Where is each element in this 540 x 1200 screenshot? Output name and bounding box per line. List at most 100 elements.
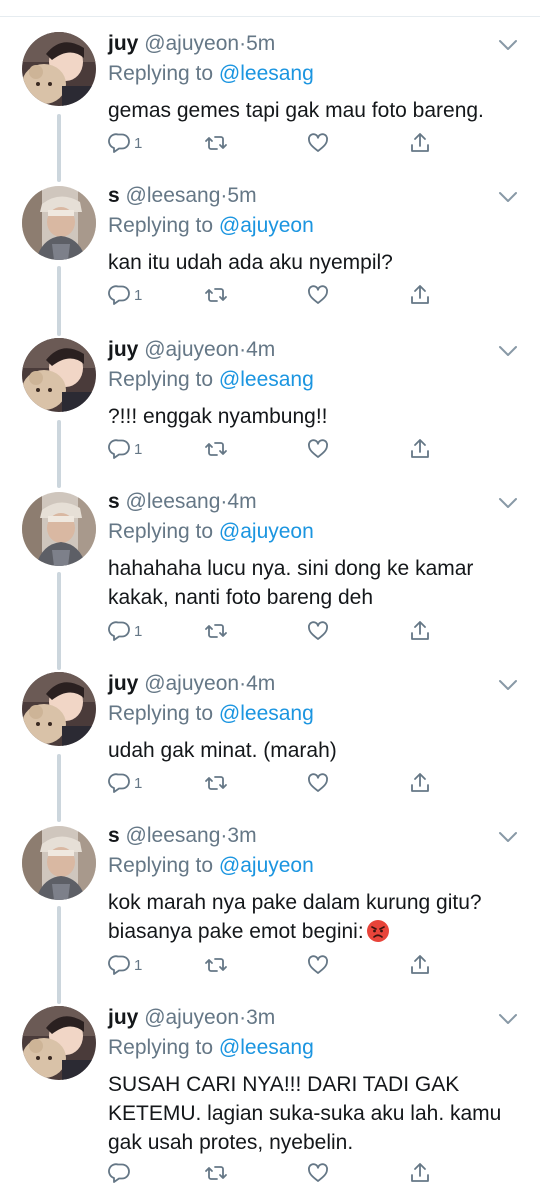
reply-button[interactable]: 1: [108, 434, 142, 464]
replying-to: Replying to @ajuyeon: [108, 852, 520, 880]
like-button[interactable]: [306, 128, 330, 158]
share-button[interactable]: [408, 280, 432, 310]
share-button[interactable]: [408, 950, 432, 980]
user-handle[interactable]: @leesang: [126, 184, 221, 207]
action-bar: 1: [108, 280, 438, 310]
profile-avatar[interactable]: [22, 186, 96, 260]
like-button[interactable]: [306, 768, 330, 798]
mention-link[interactable]: @ajuyeon: [219, 214, 314, 237]
reply-count: 1: [134, 134, 143, 152]
heart-icon: [308, 773, 328, 792]
reply-count: 1: [134, 622, 143, 640]
user-handle[interactable]: @ajuyeon: [144, 1006, 239, 1029]
reply-icon: [108, 773, 130, 793]
user-handle[interactable]: @leesang: [126, 824, 221, 847]
timestamp[interactable]: 4m: [227, 490, 256, 513]
share-button[interactable]: [408, 768, 432, 798]
reply-button[interactable]: [108, 1158, 134, 1188]
timestamp[interactable]: 5m: [227, 184, 256, 207]
display-name[interactable]: juy: [108, 672, 138, 695]
display-name[interactable]: s: [108, 824, 120, 847]
like-button[interactable]: [306, 950, 330, 980]
replying-prefix: Replying to: [108, 368, 214, 391]
display-name[interactable]: juy: [108, 32, 138, 55]
retweet-button[interactable]: [204, 434, 228, 464]
display-name[interactable]: juy: [108, 1006, 138, 1029]
chevron-down-icon[interactable]: [498, 1012, 518, 1026]
display-name[interactable]: juy: [108, 338, 138, 361]
chevron-down-icon[interactable]: [498, 38, 518, 52]
reply-icon: [108, 133, 130, 153]
angry-face-emoji-icon: [366, 920, 389, 942]
share-button[interactable]: [408, 616, 432, 646]
tweet-header: juy @ajuyeon·5m: [108, 30, 520, 58]
timestamp[interactable]: 4m: [246, 338, 275, 361]
share-icon: [411, 1163, 429, 1182]
reply-button[interactable]: 1: [108, 616, 142, 646]
profile-avatar[interactable]: [22, 338, 96, 412]
profile-avatar[interactable]: [22, 826, 96, 900]
share-button[interactable]: [408, 1158, 432, 1188]
mention-link[interactable]: @ajuyeon: [219, 854, 314, 877]
replying-prefix: Replying to: [108, 1036, 214, 1059]
boy-with-teddy-avatar-icon: [22, 1006, 96, 1080]
action-bar: 1: [108, 768, 438, 798]
reply-button[interactable]: 1: [108, 280, 142, 310]
timestamp[interactable]: 4m: [246, 672, 275, 695]
retweet-button[interactable]: [204, 280, 228, 310]
chevron-down-icon[interactable]: [498, 190, 518, 204]
user-handle[interactable]: @leesang: [126, 490, 221, 513]
reply-icon: [108, 955, 130, 975]
reply-button[interactable]: 1: [108, 768, 142, 798]
chevron-down-icon[interactable]: [498, 344, 518, 358]
tweet-text: gemas gemes tapi gak mau foto bareng.: [108, 99, 484, 122]
profile-avatar[interactable]: [22, 32, 96, 106]
user-handle[interactable]: @ajuyeon: [144, 32, 239, 55]
timestamp[interactable]: 3m: [246, 1006, 275, 1029]
retweet-icon: [205, 288, 227, 302]
reply-button[interactable]: 1: [108, 128, 142, 158]
share-button[interactable]: [408, 128, 432, 158]
user-handle[interactable]: @ajuyeon: [144, 338, 239, 361]
user-handle[interactable]: @ajuyeon: [144, 672, 239, 695]
display-name[interactable]: s: [108, 490, 120, 513]
retweet-button[interactable]: [204, 768, 228, 798]
retweet-button[interactable]: [204, 128, 228, 158]
mention-link[interactable]: @leesang: [219, 702, 314, 725]
action-bar: 1: [108, 434, 438, 464]
thread-line: [57, 754, 61, 822]
reply-count: 1: [134, 440, 143, 458]
mention-link[interactable]: @leesang: [219, 62, 314, 85]
boy-with-teddy-avatar-icon: [22, 338, 96, 412]
like-button[interactable]: [306, 616, 330, 646]
share-button[interactable]: [408, 434, 432, 464]
retweet-button[interactable]: [204, 950, 228, 980]
man-with-cap-avatar-icon: [22, 186, 96, 260]
chevron-down-icon[interactable]: [498, 830, 518, 844]
tweet-text: kok marah nya pake dalam kurung gitu? bi…: [108, 888, 520, 946]
mention-link[interactable]: @ajuyeon: [219, 520, 314, 543]
timestamp[interactable]: 3m: [227, 824, 256, 847]
action-bar: 1: [108, 128, 438, 158]
action-bar: [108, 1158, 438, 1188]
mention-link[interactable]: @leesang: [219, 1036, 314, 1059]
share-icon: [411, 773, 429, 792]
chevron-down-icon[interactable]: [498, 678, 518, 692]
chevron-down-icon[interactable]: [498, 496, 518, 510]
heart-icon: [308, 1163, 328, 1182]
display-name[interactable]: s: [108, 184, 120, 207]
like-button[interactable]: [306, 434, 330, 464]
tweet-header: s @leesang·4m: [108, 488, 520, 516]
tweet-text: kan itu udah ada aku nyempil?: [108, 251, 393, 274]
profile-avatar[interactable]: [22, 672, 96, 746]
mention-link[interactable]: @leesang: [219, 368, 314, 391]
profile-avatar[interactable]: [22, 492, 96, 566]
timestamp[interactable]: 5m: [246, 32, 275, 55]
like-button[interactable]: [306, 280, 330, 310]
heart-icon: [308, 133, 328, 152]
like-button[interactable]: [306, 1158, 330, 1188]
profile-avatar[interactable]: [22, 1006, 96, 1080]
reply-button[interactable]: 1: [108, 950, 142, 980]
retweet-button[interactable]: [204, 1158, 228, 1188]
retweet-button[interactable]: [204, 616, 228, 646]
